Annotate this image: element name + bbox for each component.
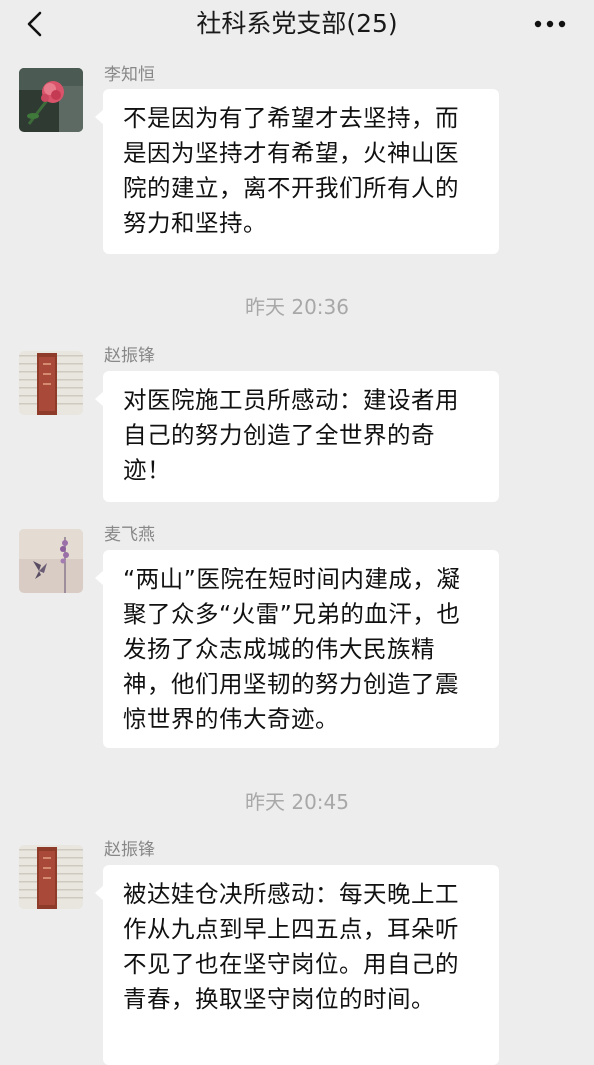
chat-title: 社科系党支部(25) [196, 9, 398, 38]
rose-flower-avatar [19, 68, 83, 132]
timestamp: 昨天 20:45 [245, 790, 349, 814]
message-bubble[interactable]: 对医院施工员所感动：建设者用自己的努力创造了全世界的奇迹！ [95, 371, 499, 502]
sender-name: 李知恒 [104, 65, 155, 85]
timestamp: 昨天 20:36 [245, 295, 349, 319]
avatar[interactable] [19, 351, 83, 415]
sender-name: 赵振锋 [104, 840, 155, 860]
avatar[interactable] [19, 68, 83, 132]
avatar[interactable] [19, 845, 83, 909]
message-bubble[interactable]: 不是因为有了希望才去坚持，而是因为坚持才有希望，火神山医院的建立，离不开我们所有… [95, 89, 499, 254]
more-button[interactable] [532, 10, 568, 38]
avatar[interactable] [19, 529, 83, 593]
more-dots-icon [534, 20, 566, 28]
message-bubble[interactable]: “两山”医院在短时间内建成，凝聚了众多“火雷”兄弟的血汗，也发扬了众志成城的伟大… [95, 550, 499, 748]
message-bubble[interactable]: 被达娃仓决所感动：每天晚上工作从九点到早上四五点，耳朵听不见了也在坚守岗位。用自… [95, 865, 499, 1065]
sender-name: 赵振锋 [104, 346, 155, 366]
sender-name: 麦飞燕 [104, 525, 155, 545]
red-book-avatar [19, 351, 83, 415]
red-book-avatar [19, 845, 83, 909]
butterfly-lavender-avatar [19, 529, 83, 593]
chat-header: 社科系党支部(25) [0, 0, 594, 50]
